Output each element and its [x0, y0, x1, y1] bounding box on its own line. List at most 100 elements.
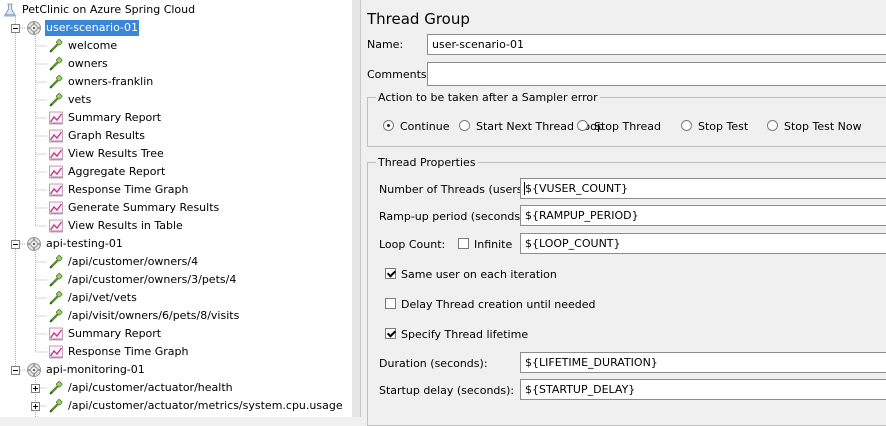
- infinite-label: Infinite: [474, 238, 513, 251]
- tree-node-label: /api/vet/vets: [68, 291, 137, 304]
- test-plan-flask-icon: [2, 2, 18, 18]
- loop-count-label: Loop Count:: [379, 238, 446, 251]
- tree-node-label: owners: [68, 57, 108, 70]
- tree-node-element[interactable]: View Results Tree: [0, 145, 352, 163]
- thread-lifetime-label: Specify Thread lifetime: [401, 328, 529, 341]
- error-action-label: Stop Test: [698, 120, 749, 133]
- tree-node-element[interactable]: Generate Summary Results: [0, 199, 352, 217]
- sampler-error-group: Action to be taken after a Sampler error: [367, 91, 886, 147]
- tree-node-element[interactable]: /api/visit/owners/6/pets/8/visits: [0, 307, 352, 325]
- tree-node-label: user-scenario-01: [45, 20, 139, 36]
- expand-toggle-icon[interactable]: [31, 402, 40, 411]
- rampup-label: Ramp-up period (seconds):: [379, 210, 529, 223]
- tree-node-label: Summary Report: [68, 327, 162, 340]
- http-sampler-pipette-icon: [48, 272, 64, 288]
- error-action-radio[interactable]: [767, 120, 778, 131]
- name-label: Name:: [367, 38, 404, 51]
- tree-node-element[interactable]: /api/vet/vets: [0, 289, 352, 307]
- tree-node-element[interactable]: owners: [0, 55, 352, 73]
- http-sampler-pipette-icon: [48, 254, 64, 270]
- listener-graph-icon: [48, 128, 64, 144]
- tree-node-element[interactable]: Response Time Graph: [0, 343, 352, 361]
- http-sampler-pipette-icon: [48, 308, 64, 324]
- loop-count-field[interactable]: ${LOOP_COUNT}: [520, 233, 886, 254]
- same-user-label: Same user on each iteration: [401, 268, 557, 281]
- tree-node-element[interactable]: owners-franklin: [0, 73, 352, 91]
- threads-value: ${VUSER_COUNT}: [525, 182, 628, 195]
- listener-graph-icon: [48, 110, 64, 126]
- tree-node-label: Response Time Graph: [68, 345, 189, 358]
- collapse-toggle-icon[interactable]: [11, 24, 20, 33]
- tree-node-element[interactable]: /api/customer/actuator/health: [0, 379, 352, 397]
- error-action-radio[interactable]: [577, 120, 588, 131]
- http-sampler-pipette-icon: [48, 398, 64, 414]
- tree-node-element[interactable]: Summary Report: [0, 325, 352, 343]
- delay-creation-label: Delay Thread creation until needed: [401, 298, 596, 311]
- http-sampler-pipette-icon: [48, 290, 64, 306]
- threads-field[interactable]: ${VUSER_COUNT}: [520, 178, 886, 199]
- http-sampler-pipette-icon: [48, 92, 64, 108]
- error-action-label: Continue: [400, 120, 450, 133]
- thread-group-gear-icon: [26, 362, 42, 378]
- collapse-toggle-icon[interactable]: [11, 240, 20, 249]
- tree-node-label: vets: [68, 93, 92, 106]
- split-pane-divider[interactable]: [352, 0, 361, 417]
- tree-node-label: /api/customer/actuator/metrics/system.cp…: [68, 399, 343, 412]
- tree-node-element[interactable]: /api/customer/actuator/metrics/system.cp…: [0, 397, 352, 415]
- error-action-radio[interactable]: [459, 120, 470, 131]
- tree-node-label: Summary Report: [68, 111, 162, 124]
- tree-node-element[interactable]: /api/customer/owners/4: [0, 253, 352, 271]
- tree-node-label: api-monitoring-01: [46, 363, 145, 376]
- listener-graph-icon: [48, 200, 64, 216]
- delay-creation-checkbox[interactable]: [385, 298, 396, 309]
- tree-node-label: PetClinic on Azure Spring Cloud: [22, 3, 196, 16]
- expand-toggle-icon[interactable]: [31, 384, 40, 393]
- thread-lifetime-checkbox[interactable]: [385, 328, 396, 339]
- thread-properties-legend: Thread Properties: [378, 156, 476, 169]
- tree-node-label: View Results in Table: [68, 219, 183, 232]
- tree-node-label: /api/visit/owners/6/pets/8/visits: [68, 309, 240, 322]
- error-action-label: Stop Thread: [594, 120, 661, 133]
- http-sampler-pipette-icon: [48, 38, 64, 54]
- error-action-radio[interactable]: [383, 120, 394, 131]
- tree-node-element[interactable]: /api/customer/owners/3/pets/4: [0, 271, 352, 289]
- name-field[interactable]: user-scenario-01: [427, 34, 886, 55]
- http-sampler-pipette-icon: [48, 74, 64, 90]
- comments-field[interactable]: [427, 62, 886, 86]
- duration-field[interactable]: ${LIFETIME_DURATION}: [520, 352, 886, 373]
- listener-graph-icon: [48, 344, 64, 360]
- tree-node-element[interactable]: welcome: [0, 37, 352, 55]
- panel-title: Thread Group: [367, 10, 470, 28]
- http-sampler-pipette-icon: [48, 380, 64, 396]
- tree-node-label: /api/customer/actuator/health: [68, 381, 233, 394]
- tree-node-element[interactable]: Summary Report: [0, 109, 352, 127]
- text-cursor: [524, 182, 525, 195]
- same-user-checkbox[interactable]: [385, 268, 396, 279]
- tree-node-label: welcome: [68, 39, 118, 52]
- tree-node-element[interactable]: Response Time Graph: [0, 181, 352, 199]
- listener-graph-icon: [48, 182, 64, 198]
- tree-node-element[interactable]: View Results in Table: [0, 217, 352, 235]
- error-action-label: Stop Test Now: [784, 120, 862, 133]
- listener-graph-icon: [48, 326, 64, 342]
- tree-node-thread-group[interactable]: user-scenario-01: [0, 19, 352, 37]
- infinite-checkbox[interactable]: [458, 238, 469, 249]
- tree-node-thread-group[interactable]: api-testing-01: [0, 235, 352, 253]
- tree-node-element[interactable]: vets: [0, 91, 352, 109]
- tree-node-label: /api/customer/owners/4: [68, 255, 199, 268]
- tree-node-element[interactable]: Graph Results: [0, 127, 352, 145]
- test-plan-tree[interactable]: PetClinic on Azure Spring Cloud user-scen…: [0, 0, 353, 417]
- comments-label: Comments:: [367, 68, 431, 81]
- tree-node-element[interactable]: Aggregate Report: [0, 163, 352, 181]
- tree-node-label: Generate Summary Results: [68, 201, 220, 214]
- http-sampler-pipette-icon: [48, 56, 64, 72]
- tree-node-test-plan[interactable]: PetClinic on Azure Spring Cloud: [0, 1, 352, 19]
- collapse-toggle-icon[interactable]: [11, 366, 20, 375]
- error-action-radio[interactable]: [681, 120, 692, 131]
- startup-delay-field[interactable]: ${STARTUP_DELAY}: [520, 379, 886, 400]
- rampup-field[interactable]: ${RAMPUP_PERIOD}: [520, 205, 886, 226]
- listener-graph-icon: [48, 164, 64, 180]
- sampler-error-legend: Action to be taken after a Sampler error: [378, 91, 598, 104]
- tree-node-label: Graph Results: [68, 129, 145, 142]
- tree-node-thread-group[interactable]: api-monitoring-01: [0, 361, 352, 379]
